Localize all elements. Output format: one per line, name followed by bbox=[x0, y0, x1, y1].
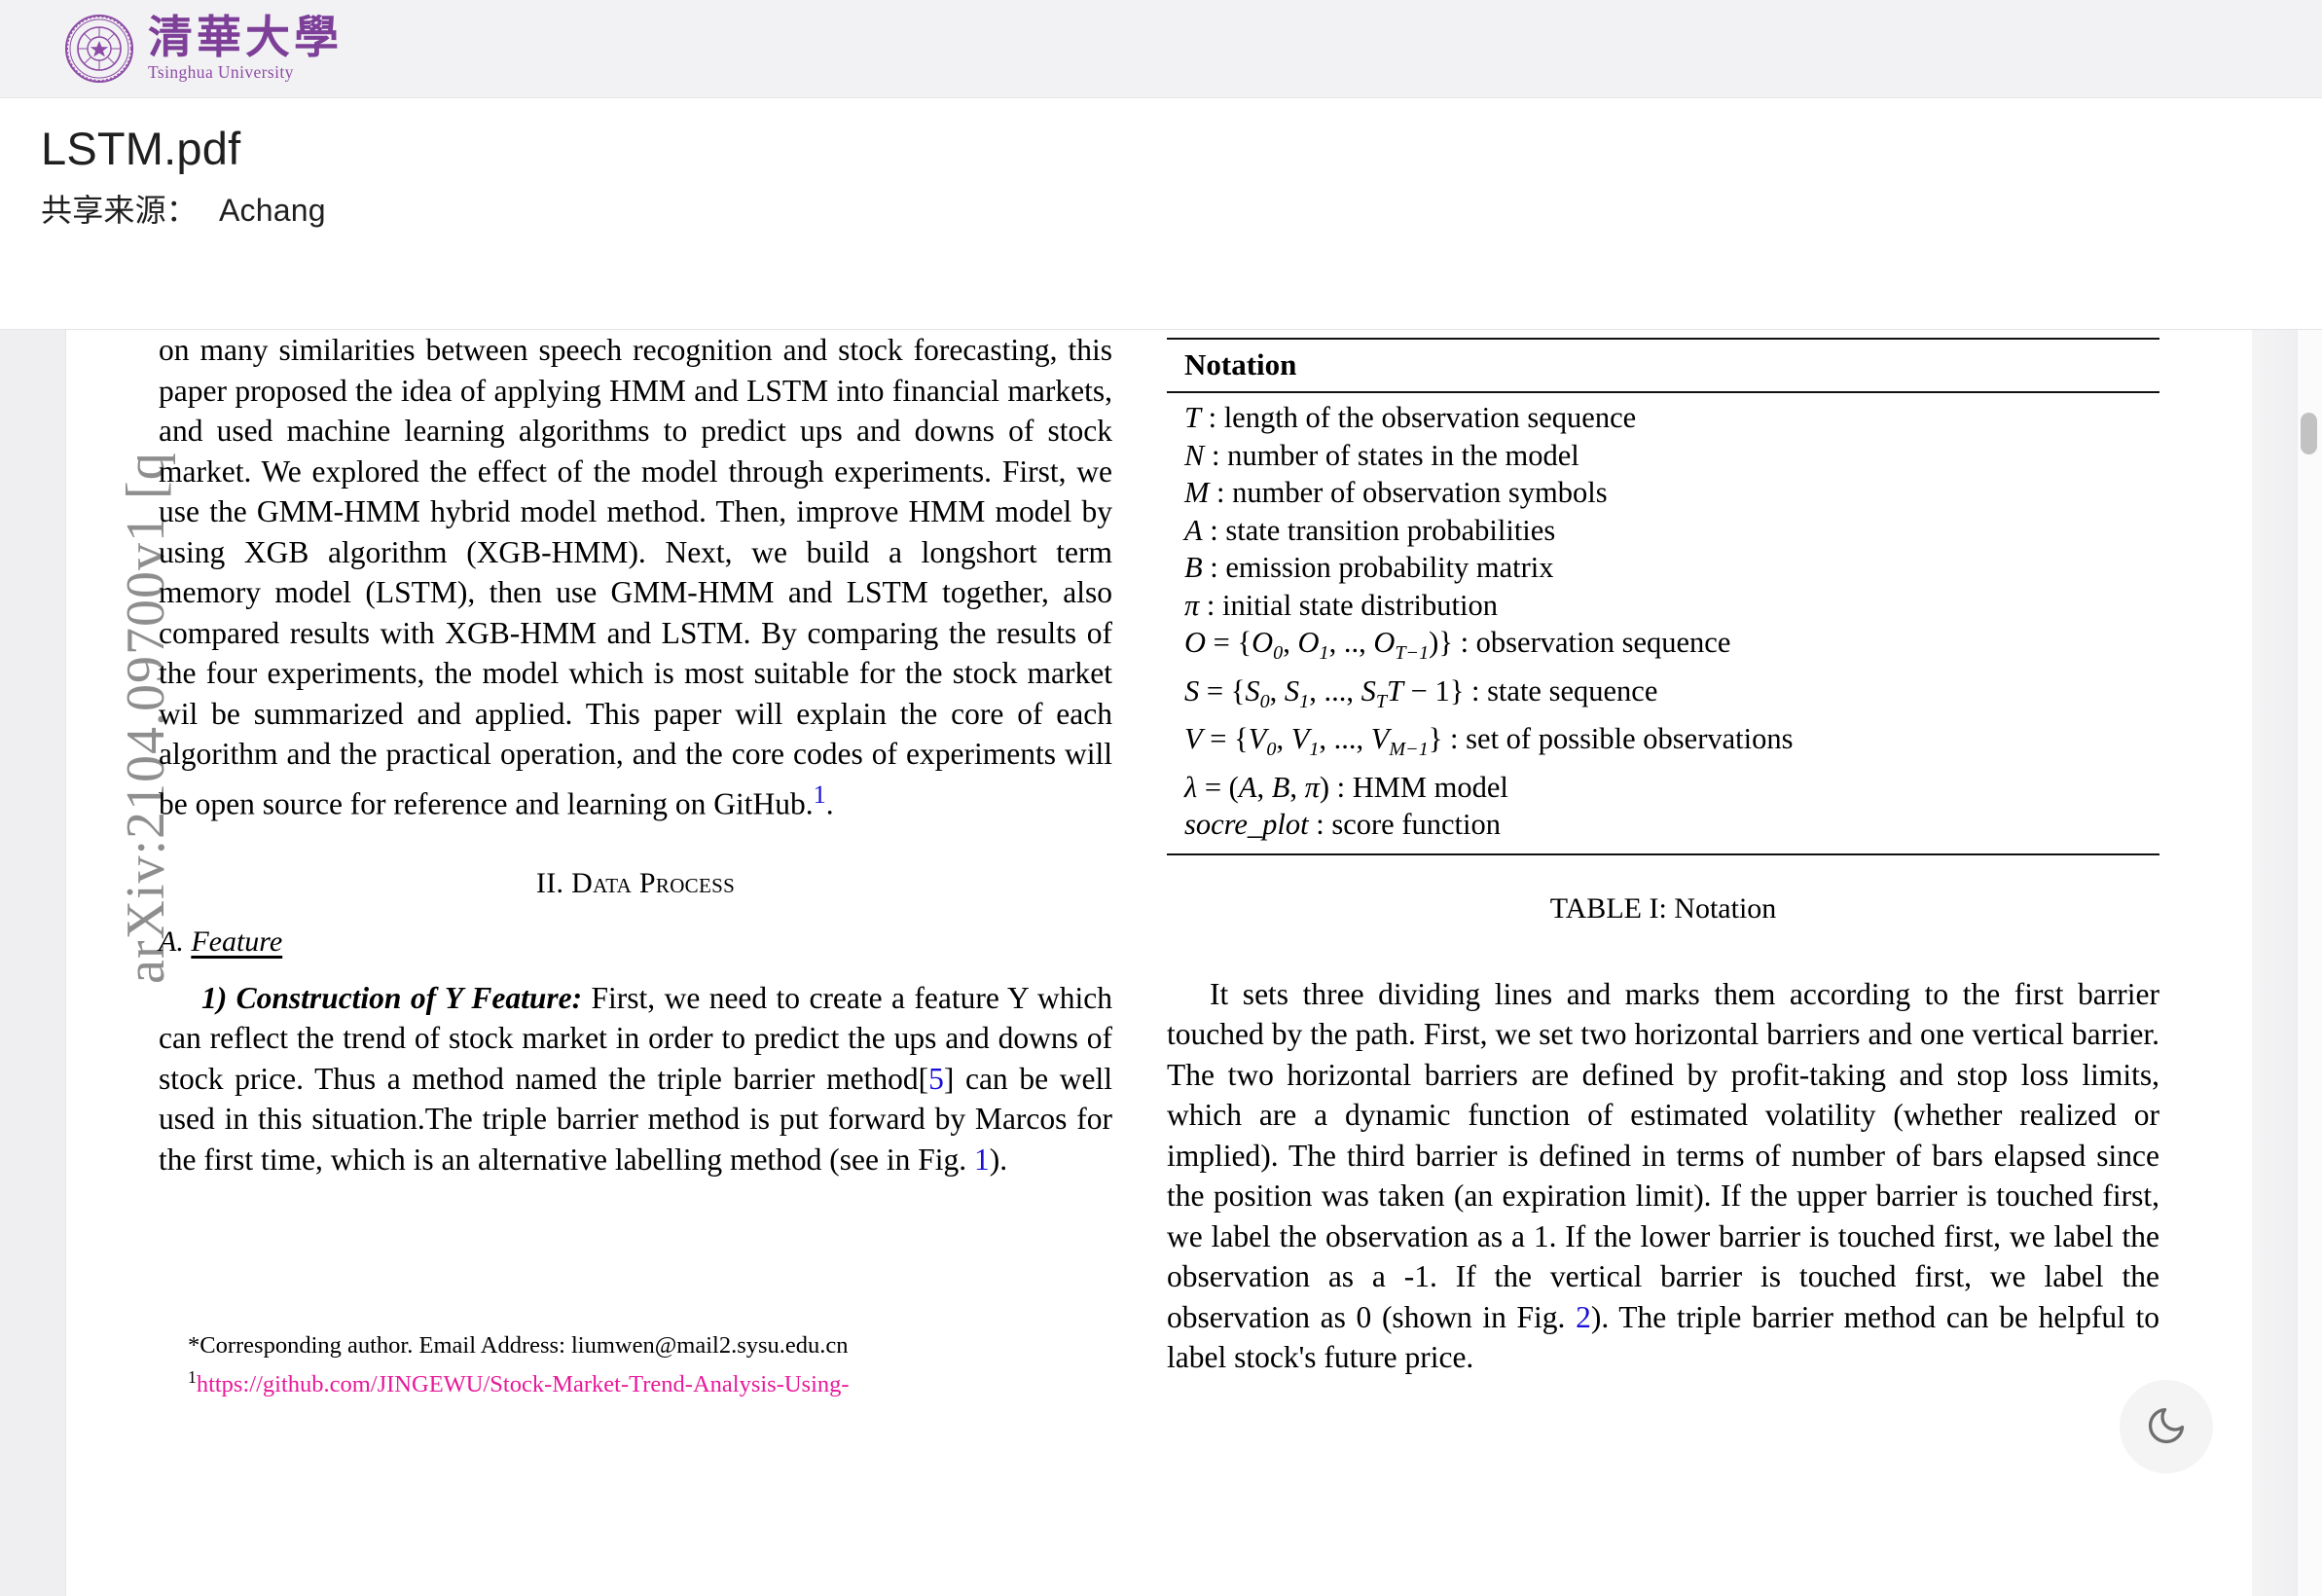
figure-ref-1[interactable]: 1 bbox=[974, 1143, 990, 1177]
abstract-text-end: . bbox=[825, 786, 834, 820]
tsinghua-seal-icon bbox=[64, 14, 134, 84]
paper-right-column: Notation T : length of the observation s… bbox=[1167, 330, 2159, 1378]
table-row: T : length of the observation sequence bbox=[1184, 401, 1637, 434]
document-title-block: LSTM.pdf 共享来源： Achang bbox=[0, 98, 2322, 329]
brand-name-cn: 清華大學 bbox=[148, 12, 343, 62]
github-link[interactable]: https://github.com/JINGEWU/Stock-Market-… bbox=[197, 1371, 850, 1397]
brand-header: 清華大學 Tsinghua University bbox=[0, 0, 2322, 98]
table-row: socre_plot : score function bbox=[1184, 808, 1501, 842]
table-row: B : emission probability matrix bbox=[1184, 551, 1554, 584]
footnote-url-line: 1https://github.com/JINGEWU/Stock-Market… bbox=[159, 1361, 1112, 1400]
shared-from-label: 共享来源： bbox=[41, 192, 199, 228]
shared-from-owner: Achang bbox=[219, 192, 326, 228]
footnote-marker-1[interactable]: 1 bbox=[814, 780, 826, 809]
footnote-corresponding: *Corresponding author. Email Address: li… bbox=[188, 1332, 849, 1359]
abstract-paragraph: on many similarities between speech reco… bbox=[159, 330, 1112, 824]
section-number: II. bbox=[535, 866, 564, 899]
subsubsection-paragraph: 1) Construction of Y Feature: First, we … bbox=[159, 978, 1112, 1180]
vertical-scrollbar[interactable] bbox=[2297, 330, 2322, 1596]
pdf-page: arXiv:2104.09700v1 [q on many similariti… bbox=[66, 330, 2252, 1596]
footnote-zone: *Corresponding author. Email Address: li… bbox=[159, 1330, 1112, 1400]
table-caption: TABLE I: Notation bbox=[1549, 891, 1777, 925]
table-row: M : number of observation symbols bbox=[1184, 476, 1608, 509]
section-heading: II. Data Process bbox=[159, 867, 1112, 900]
citation-ref-5[interactable]: 5 bbox=[928, 1062, 944, 1096]
right-column-paragraph: It sets three dividing lines and marks t… bbox=[1167, 974, 2159, 1378]
pdf-viewer[interactable]: arXiv:2104.09700v1 [q on many similariti… bbox=[0, 329, 2322, 1596]
shared-from-line: 共享来源： Achang bbox=[41, 186, 2322, 231]
table-row: O = {O0, O1, .., OT−1)} : observation se… bbox=[1184, 626, 1731, 665]
subsection-heading: A. Feature bbox=[159, 925, 1112, 959]
right-para-part1: It sets three dividing lines and marks t… bbox=[1167, 976, 2159, 1334]
subsubsection-label: 1) Construction of Y Feature: bbox=[201, 980, 583, 1015]
table-row: λ = (A, B, π) : HMM model bbox=[1184, 770, 1508, 804]
notation-table: Notation T : length of the observation s… bbox=[1167, 338, 2159, 855]
notation-table-body: T : length of the observation sequence N… bbox=[1167, 393, 2159, 853]
page-right-gutter bbox=[2252, 330, 2297, 1596]
dark-mode-toggle[interactable] bbox=[2120, 1380, 2213, 1473]
brand-name-en: Tsinghua University bbox=[148, 61, 294, 82]
tsinghua-logo: 清華大學 Tsinghua University bbox=[64, 14, 343, 84]
moon-icon bbox=[2145, 1404, 2188, 1450]
notation-table-header: Notation bbox=[1167, 340, 2159, 393]
para-1-part3: ). bbox=[989, 1142, 1008, 1177]
page-title: LSTM.pdf bbox=[41, 123, 241, 174]
scrollbar-thumb[interactable] bbox=[2301, 413, 2317, 454]
figure-ref-2[interactable]: 2 bbox=[1576, 1300, 1591, 1334]
table-row: S = {S0, S1, ..., STT − 1} : state seque… bbox=[1184, 673, 1658, 712]
paper-columns: on many similarities between speech reco… bbox=[159, 330, 2222, 1378]
paper-left-column: on many similarities between speech reco… bbox=[159, 330, 1112, 1378]
section-title: Data Process bbox=[571, 866, 736, 899]
subsection-title: Feature bbox=[191, 925, 283, 958]
footnote-number: 1 bbox=[188, 1367, 197, 1387]
table-row: V = {V0, V1, ..., VM−1} : set of possibl… bbox=[1184, 722, 1794, 761]
table-row: N : number of states in the model bbox=[1184, 438, 1579, 472]
table-row: A : state transition probabilities bbox=[1184, 513, 1556, 547]
table-row: π : initial state distribution bbox=[1184, 588, 1498, 622]
abstract-text: on many similarities between speech reco… bbox=[159, 333, 1112, 820]
subsection-letter: A. bbox=[159, 925, 184, 958]
